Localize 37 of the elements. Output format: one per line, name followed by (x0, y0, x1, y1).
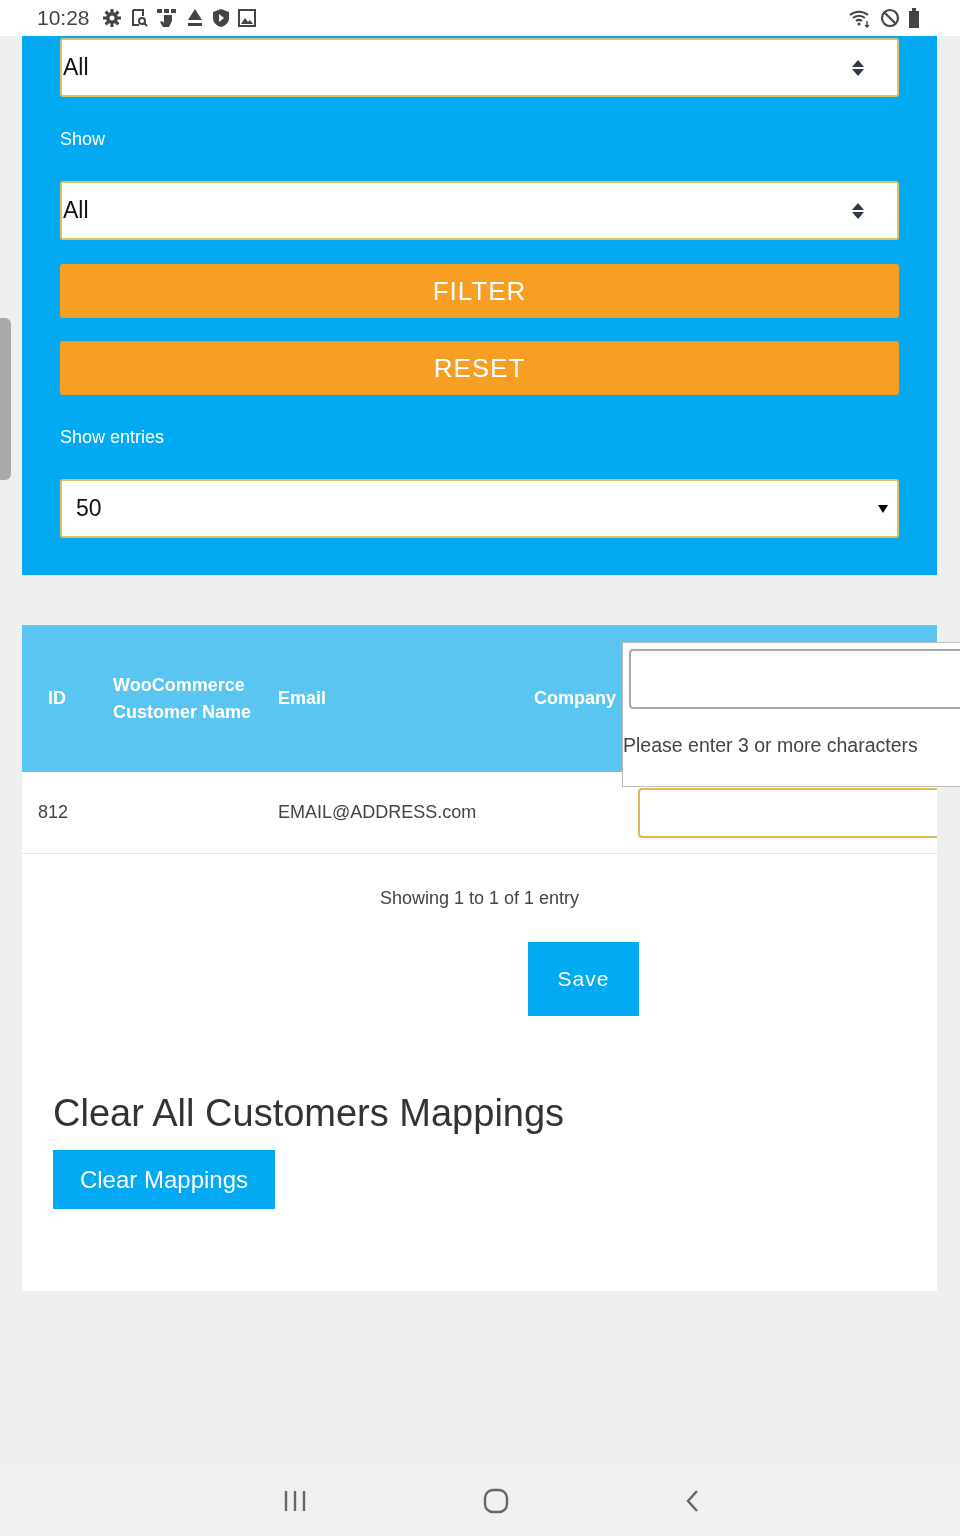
clock: 10:28 (37, 6, 90, 30)
sort-icon (851, 201, 865, 220)
field-label: Show (60, 127, 107, 151)
clear-mappings-button[interactable]: Clear Mappings (53, 1150, 275, 1209)
gear-icon (101, 8, 122, 28)
screen-search-icon (129, 8, 148, 28)
search-field[interactable] (629, 649, 960, 709)
hand-icon (155, 8, 178, 28)
image-icon (237, 9, 256, 27)
back-icon[interactable] (685, 1488, 699, 1513)
save-button[interactable]: Save (528, 942, 639, 1016)
hint-message: Please enter 3 or more characters (623, 734, 919, 757)
mapping-field[interactable] (638, 787, 937, 838)
sort-icon (851, 58, 865, 77)
select-field[interactable]: 50 (60, 479, 899, 538)
table-info: Showing 1 to 1 of 1 entry (378, 888, 581, 909)
warning-icon (185, 8, 204, 28)
select-field[interactable]: All (60, 181, 899, 240)
scroll-bar[interactable] (0, 318, 11, 480)
column-header[interactable]: WooCommerce Customer Name (100, 671, 265, 726)
field-label: Show entries (60, 425, 166, 449)
column-header[interactable]: Company (497, 685, 622, 712)
table-cell-text: 812 (37, 802, 70, 823)
column-header[interactable]: Email (265, 685, 497, 712)
home-icon[interactable] (483, 1487, 509, 1514)
section-heading: Clear All Customers Mappings (53, 1092, 566, 1135)
table-cell-text: EMAIL@ADDRESS.com (277, 802, 478, 823)
battery-icon (908, 8, 920, 28)
filter-button[interactable]: FILTER (60, 264, 899, 318)
column-header[interactable]: ID (22, 685, 100, 712)
select-field[interactable]: All (60, 38, 899, 97)
wifi-icon (848, 8, 872, 28)
caret-icon (878, 504, 888, 513)
reset-button[interactable]: RESET (60, 341, 899, 395)
blocked-icon (880, 8, 900, 28)
shield-icon (211, 8, 230, 28)
recents-icon[interactable] (283, 1489, 307, 1512)
